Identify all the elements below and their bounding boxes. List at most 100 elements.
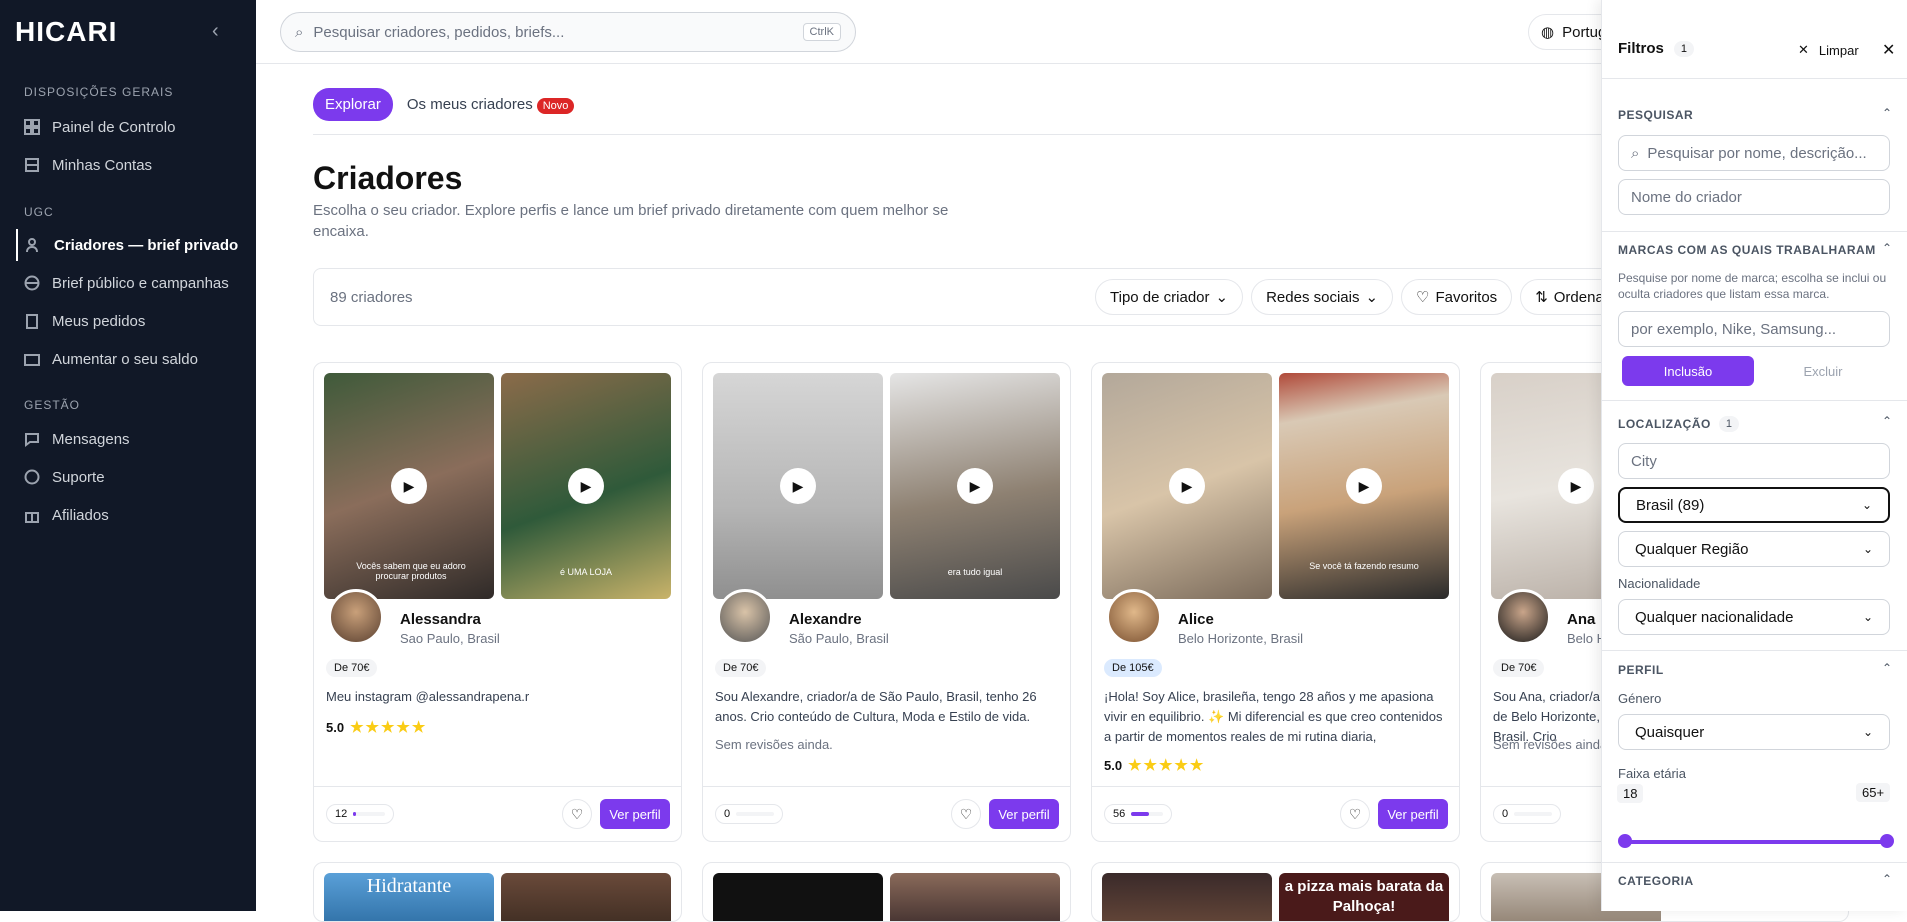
filter-search-input[interactable]: ⌕ Pesquisar por nome, descrição...: [1618, 135, 1890, 171]
meter-bar: [1131, 812, 1163, 816]
play-icon[interactable]: ▶: [1169, 468, 1205, 504]
nav-creators-private[interactable]: Criadores — brief privado: [16, 229, 246, 261]
range-min-handle[interactable]: [1618, 834, 1632, 848]
nav-label: Criadores — brief privado: [54, 236, 239, 254]
collapse-sidebar-icon[interactable]: ‹: [212, 20, 219, 43]
nationality-value: Qualquer nacionalidade: [1635, 608, 1794, 626]
nav-label: Suporte: [52, 468, 105, 486]
range-max-handle[interactable]: [1880, 834, 1894, 848]
include-option[interactable]: Inclusão: [1622, 356, 1754, 386]
card-footer: [314, 786, 681, 787]
section-category-title[interactable]: CATEGORIA: [1618, 874, 1694, 888]
tab-my-creators[interactable]: Os meus criadores Novo: [407, 96, 575, 114]
video-thumbnail[interactable]: [1102, 873, 1272, 921]
rating-value: 5.0: [1104, 757, 1123, 773]
nav-label: Minhas Contas: [52, 156, 153, 174]
search-placeholder: Pesquisar criadores, pedidos, briefs...: [313, 23, 565, 41]
play-icon[interactable]: ▶: [780, 468, 816, 504]
region-select[interactable]: Qualquer Região ⌄: [1618, 531, 1890, 567]
city-input[interactable]: City: [1618, 443, 1890, 479]
video-thumbnail[interactable]: Hidratante: [324, 873, 494, 921]
nav-public-brief[interactable]: Brief público e campanhas: [16, 267, 246, 299]
video-thumbnail[interactable]: ▶ é UMA LOJA: [501, 373, 671, 599]
section-profile-title[interactable]: PERFIL: [1618, 663, 1664, 677]
video-thumbnail[interactable]: ▶: [1102, 373, 1272, 599]
creator-name[interactable]: Alessandra: [400, 611, 481, 628]
brand-mode-toggle: Inclusão Excluir: [1622, 356, 1892, 386]
view-profile-button[interactable]: Ver perfil: [989, 799, 1059, 829]
video-thumbnail[interactable]: ▶ Vocês sabem que eu adoro procurar produ…: [324, 373, 494, 599]
price-badge: De 70€: [715, 659, 767, 677]
favorite-heart-icon[interactable]: ♡: [951, 799, 981, 829]
chevron-up-icon[interactable]: ⌃: [1882, 106, 1892, 120]
nav-accounts[interactable]: Minhas Contas: [16, 149, 246, 181]
creator-name[interactable]: Alice: [1178, 611, 1214, 628]
creator-card[interactable]: ▶ ▶ Se você tá fazendo resumo Alice Belo …: [1091, 362, 1460, 842]
view-profile-button[interactable]: Ver perfil: [1378, 799, 1448, 829]
nav-messages[interactable]: Mensagens: [16, 423, 246, 455]
section-search-title[interactable]: PESQUISAR: [1618, 108, 1693, 122]
creator-name[interactable]: Alexandre: [789, 611, 862, 628]
social-networks-dropdown[interactable]: Redes sociais ⌄: [1251, 279, 1394, 315]
gender-select[interactable]: Quaisquer ⌄: [1618, 714, 1890, 750]
gift-icon: [25, 512, 39, 523]
divider: [1602, 78, 1907, 79]
video-thumbnail[interactable]: a pizza mais barata da Palhoça!: [1279, 873, 1449, 921]
clear-filters-button[interactable]: ✕ Limpar: [1798, 42, 1859, 58]
play-icon[interactable]: ▶: [957, 468, 993, 504]
video-thumbnail[interactable]: ▶: [713, 373, 883, 599]
chevron-up-icon[interactable]: ⌃: [1882, 661, 1892, 675]
tab-explore[interactable]: Explorar: [313, 88, 393, 121]
play-icon[interactable]: ▶: [568, 468, 604, 504]
creator-card[interactable]: [702, 862, 1071, 922]
favorite-heart-icon[interactable]: ♡: [1340, 799, 1370, 829]
nav-dashboard[interactable]: Painel de Controlo: [16, 111, 246, 143]
age-min-value: 18: [1617, 784, 1644, 803]
creator-name[interactable]: Ana: [1567, 611, 1595, 628]
section-brands-title[interactable]: MARCAS COM AS QUAIS TRABALHARAM: [1618, 243, 1876, 257]
video-thumbnail[interactable]: [713, 873, 883, 921]
age-range-slider[interactable]: [1618, 833, 1894, 849]
creator-card[interactable]: a pizza mais barata da Palhoça!: [1091, 862, 1460, 922]
creator-card[interactable]: ▶ Vocês sabem que eu adoro procurar produ…: [313, 362, 682, 842]
exclude-option[interactable]: Excluir: [1754, 356, 1892, 386]
nationality-select[interactable]: Qualquer nacionalidade ⌄: [1618, 599, 1890, 635]
global-search-input[interactable]: ⌕ Pesquisar criadores, pedidos, briefs..…: [280, 12, 856, 52]
chevron-up-icon[interactable]: ⌃: [1882, 241, 1892, 255]
creator-type-dropdown[interactable]: Tipo de criador ⌄: [1095, 279, 1244, 315]
tabs: Explorar Os meus criadores Novo: [313, 88, 575, 121]
video-thumbnail[interactable]: ▶ Se você tá fazendo resumo: [1279, 373, 1449, 599]
brand-input[interactable]: por exemplo, Nike, Samsung...: [1618, 311, 1890, 347]
video-thumbnail[interactable]: [501, 873, 671, 921]
chevron-down-icon: ⌄: [1862, 610, 1873, 624]
wallet-icon: [24, 354, 40, 366]
country-select[interactable]: Brasil (89) ⌄: [1618, 487, 1890, 523]
video-caption: Vocês sabem que eu adoro procurar produt…: [356, 561, 466, 581]
nav-label: Meus pedidos: [52, 312, 146, 330]
creator-name-input[interactable]: Nome do criador: [1618, 179, 1890, 215]
chevron-up-icon[interactable]: ⌃: [1882, 872, 1892, 886]
nav-affiliates[interactable]: Afiliados: [16, 499, 246, 531]
video-thumbnail[interactable]: [890, 873, 1060, 921]
divider: [313, 134, 1603, 135]
nav-orders[interactable]: Meus pedidos: [16, 305, 246, 337]
favorite-heart-icon[interactable]: ♡: [562, 799, 592, 829]
nav-balance[interactable]: Aumentar o seu saldo: [16, 343, 246, 375]
app-logo[interactable]: HICARI: [15, 16, 117, 48]
play-icon[interactable]: ▶: [391, 468, 427, 504]
video-caption: era tudo igual: [947, 567, 1003, 577]
creator-card[interactable]: Hidratante: [313, 862, 682, 922]
creator-card[interactable]: ▶ ▶ era tudo igual Alexandre São Paulo, B…: [702, 362, 1071, 842]
chevron-up-icon[interactable]: ⌃: [1882, 414, 1892, 428]
globe-icon: [24, 275, 40, 291]
video-thumbnail[interactable]: ▶ era tudo igual: [890, 373, 1060, 599]
play-icon[interactable]: ▶: [1346, 468, 1382, 504]
no-reviews: Sem revisões ainda.: [1493, 737, 1611, 752]
favorites-label: Favoritos: [1435, 288, 1498, 306]
favorites-button[interactable]: ♡ Favoritos: [1401, 279, 1513, 315]
play-icon[interactable]: ▶: [1558, 468, 1594, 504]
close-panel-icon[interactable]: ✕: [1882, 40, 1895, 60]
nav-support[interactable]: Suporte: [16, 461, 246, 493]
section-location-title[interactable]: LOCALIZAÇÃO 1: [1618, 416, 1740, 432]
view-profile-button[interactable]: Ver perfil: [600, 799, 670, 829]
